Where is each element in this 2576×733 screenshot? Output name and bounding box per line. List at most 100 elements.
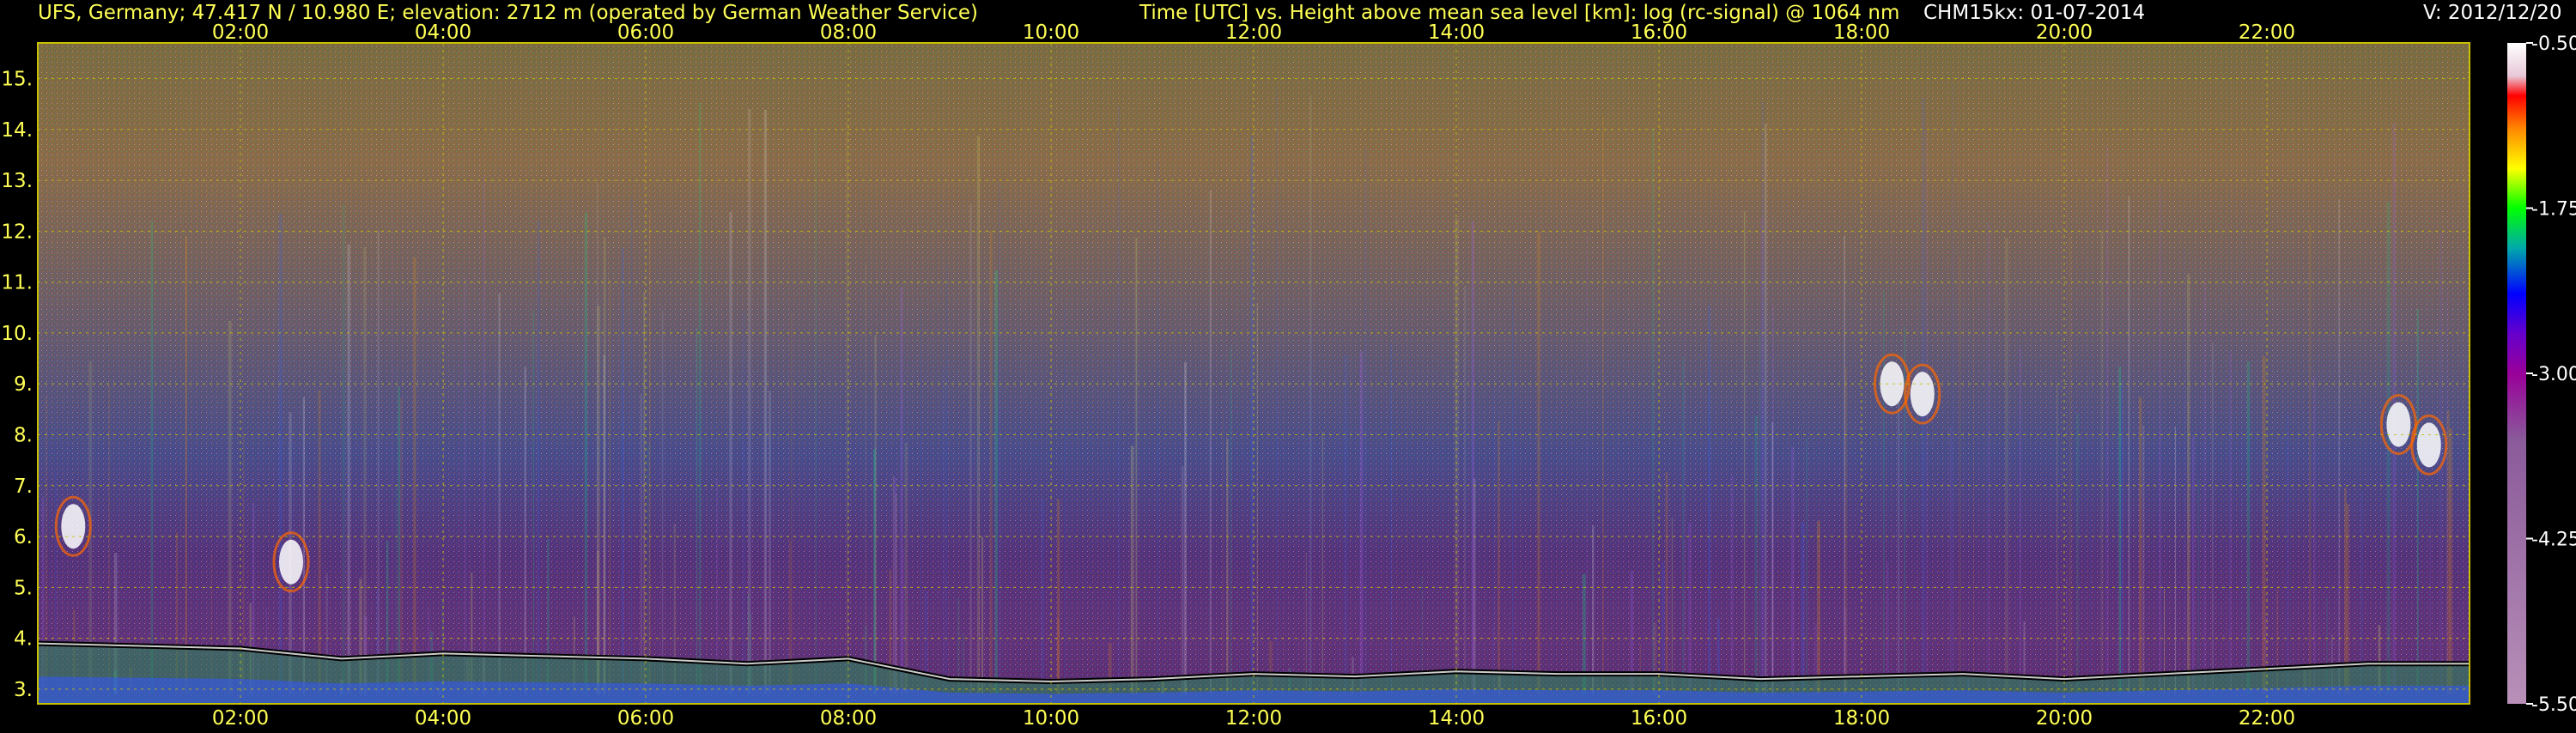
signal-streak — [1592, 525, 1595, 694]
signal-streak — [2449, 428, 2452, 694]
signal-streak — [2105, 146, 2109, 694]
signal-streak — [945, 264, 948, 694]
signal-streak — [2313, 376, 2316, 694]
signal-streak — [1708, 305, 1711, 694]
x-tick-label-top: 08:00 — [820, 21, 877, 44]
colorbar-tick-label: -5.50 — [2531, 694, 2576, 716]
signal-streak — [1057, 499, 1060, 694]
signal-streak — [2118, 366, 2121, 694]
signal-streak — [1844, 235, 1845, 694]
signal-streak — [2416, 309, 2419, 694]
signal-streak — [2138, 397, 2142, 694]
signal-streak — [1209, 191, 1212, 694]
colorbar: -0.50 -1.75 -3.00 -4.25 -5.50 — [2507, 33, 2576, 716]
x-tick-label-bottom: 08:00 — [820, 707, 877, 730]
signal-streak — [1222, 409, 1224, 694]
lidar-plot: UFS, Germany; 47.417 N / 10.980 E; eleva… — [1, 2, 2576, 730]
x-tick-label-bottom: 12:00 — [1225, 707, 1282, 730]
colorbar-ticks: -0.50 -1.75 -3.00 -4.25 -5.50 — [2526, 33, 2576, 716]
y-tick-label: 13. — [1, 170, 33, 192]
signal-streak — [2197, 478, 2200, 694]
y-tick-label: 6. — [14, 526, 33, 548]
cloud-patch — [279, 539, 303, 585]
signal-streak — [1064, 309, 1066, 694]
x-tick-label-top: 16:00 — [1631, 21, 1687, 44]
signal-streak — [278, 213, 283, 694]
signal-streak — [2069, 233, 2072, 694]
signal-streak — [1184, 361, 1187, 694]
signal-streak — [1182, 466, 1184, 694]
signal-streak — [1602, 115, 1604, 694]
signal-streak — [604, 237, 606, 694]
signal-streak — [1041, 498, 1044, 694]
signal-streak — [2309, 223, 2312, 694]
signal-streak — [185, 236, 187, 694]
signal-streak — [2187, 274, 2190, 694]
signal-streak — [1652, 128, 1654, 694]
signal-streak — [2076, 414, 2079, 694]
x-tick-label-bottom: 18:00 — [1833, 707, 1890, 730]
signal-streak — [1359, 351, 1364, 694]
colorbar-tick-label: -1.75 — [2531, 199, 2576, 221]
signal-streak — [696, 328, 698, 694]
signal-streak — [1806, 438, 1807, 694]
colorbar-tick-label: -3.00 — [2531, 364, 2576, 385]
signal-streak — [1801, 522, 1805, 694]
y-tick-label: 5. — [14, 577, 33, 599]
signal-streak — [1688, 522, 1692, 694]
y-tick-label: 9. — [14, 373, 33, 396]
signal-streak — [2142, 425, 2145, 694]
signal-streak — [1256, 302, 1258, 694]
signal-streak — [900, 287, 903, 694]
signal-streak — [150, 221, 154, 694]
x-tick-label-top: 04:00 — [415, 21, 471, 44]
signal-streak — [1390, 342, 1393, 694]
signal-streak — [2246, 361, 2251, 694]
signal-streak — [537, 220, 540, 694]
cloud-patch — [1910, 372, 1935, 417]
signal-streak — [413, 257, 416, 694]
y-tick-label: 3. — [14, 679, 33, 701]
signal-streak — [1765, 124, 1767, 694]
y-tick-label: 15. — [1, 68, 33, 90]
signal-streak — [1730, 475, 1734, 694]
signal-streak — [2120, 380, 2123, 694]
signal-streak — [1972, 239, 1974, 694]
signal-streak — [1463, 285, 1467, 694]
signal-streak — [748, 108, 751, 694]
signal-streak — [989, 230, 993, 694]
signal-streak — [532, 310, 535, 694]
signal-streak — [729, 212, 732, 694]
x-tick-label-bottom: 02:00 — [212, 707, 269, 730]
signal-streak — [648, 212, 651, 694]
signal-streak — [1759, 330, 1761, 694]
signal-streak — [1743, 210, 1746, 694]
x-tick-label-bottom: 20:00 — [2036, 707, 2093, 730]
signal-streak — [621, 248, 624, 694]
signal-streak — [1790, 446, 1795, 694]
signal-streak — [1665, 472, 1668, 694]
x-tick-label-bottom: 10:00 — [1023, 707, 1079, 730]
signal-streak — [1309, 335, 1311, 694]
signal-streak — [1157, 161, 1159, 694]
x-tick-label-bottom: 16:00 — [1631, 707, 1687, 730]
signal-streak — [769, 391, 771, 694]
signal-streak — [1760, 217, 1764, 694]
signal-streak — [764, 109, 767, 694]
x-tick-label-bottom: 14:00 — [1428, 707, 1485, 730]
signal-streak — [2100, 230, 2104, 694]
signal-streak — [1344, 354, 1347, 694]
colorbar-tick-label: -0.50 — [2531, 33, 2576, 55]
plot-area — [37, 42, 2470, 705]
signal-streak — [2174, 427, 2177, 694]
x-tick-label-top: 18:00 — [1833, 21, 1890, 44]
signal-streak — [1537, 232, 1540, 694]
y-tick-label: 8. — [14, 424, 33, 446]
signal-streak — [1276, 86, 1278, 694]
signal-streak — [398, 386, 400, 694]
x-tick-label-top: 12:00 — [1225, 21, 1282, 44]
y-tick-label: 11. — [1, 272, 33, 294]
signal-streak — [999, 182, 1001, 694]
y-axis: 3. 4. 5. 6. 7. 8. 9. 10. 11. 12. 13. 14. 15. — [1, 68, 33, 700]
signal-streak — [1897, 399, 1900, 694]
